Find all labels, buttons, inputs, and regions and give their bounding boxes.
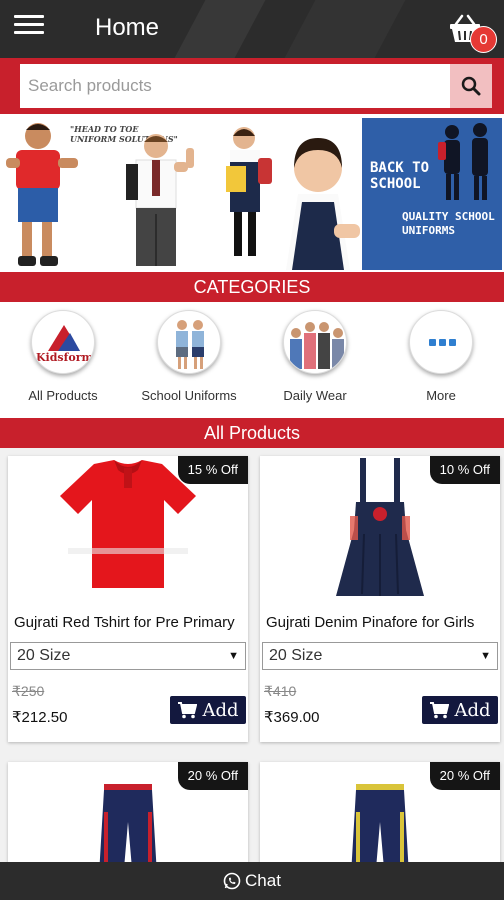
banner-kid-image: [6, 123, 78, 266]
cart-button[interactable]: 0: [448, 10, 500, 56]
page-title: Home: [95, 14, 160, 41]
original-price: ₹410: [264, 683, 297, 699]
sale-price: ₹369.00: [264, 709, 320, 726]
banner-kid-image: [226, 127, 272, 256]
promo-title: BACK TO SCHOOL: [370, 160, 430, 192]
discount-badge: 15 % Off: [177, 456, 248, 484]
size-dropdown[interactable]: 20 Size ▼: [262, 642, 498, 670]
size-dropdown[interactable]: 20 Size ▼: [10, 642, 246, 670]
category-school-uniforms[interactable]: School Uniforms: [126, 310, 252, 414]
cart-count-badge: 0: [470, 26, 497, 53]
promo-subtitle: QUALITY SCHOOL UNIFORMS: [402, 210, 495, 237]
chat-label: Chat: [245, 871, 281, 890]
dropdown-arrow-icon: ▼: [228, 650, 239, 662]
product-card[interactable]: 20 % Off: [8, 762, 248, 872]
product-card[interactable]: 20 % Off: [260, 762, 500, 872]
more-dots-icon: [409, 310, 473, 374]
add-label: Add: [202, 699, 239, 721]
back-to-school-panel: BACK TO SCHOOL QUALITY SCHOOL UNIFORMS: [362, 118, 502, 270]
discount-badge: 10 % Off: [429, 456, 500, 484]
kidsform-logo-icon: Kidsform: [31, 310, 95, 374]
discount-badge: 20 % Off: [177, 762, 248, 790]
hamburger-icon: [14, 15, 44, 18]
school-uniforms-image: [157, 310, 221, 374]
categories-row: Kidsform All Products School Uniforms Da…: [0, 302, 504, 418]
categories-heading: CATEGORIES: [0, 272, 504, 302]
add-to-cart-button[interactable]: Add: [170, 696, 246, 724]
product-card[interactable]: 10 % Off Gujrati Denim Pinafore for Girl…: [260, 456, 500, 742]
add-to-cart-button[interactable]: Add: [422, 696, 498, 724]
dropdown-arrow-icon: ▼: [480, 650, 491, 662]
product-name: Gujrati Denim Pinafore for Girls: [266, 614, 475, 631]
size-value: 20 Size: [17, 647, 71, 664]
chat-button[interactable]: Chat: [0, 862, 504, 900]
daily-wear-image: [283, 310, 347, 374]
product-name: Gujrati Red Tshirt for Pre Primary: [14, 614, 235, 631]
search-bar: [0, 58, 504, 114]
original-price: ₹250: [12, 683, 45, 699]
search-icon: [461, 76, 481, 96]
category-more[interactable]: More: [378, 310, 504, 414]
cart-icon: [178, 702, 198, 719]
discount-badge: 20 % Off: [429, 762, 500, 790]
top-app-bar: Home 0: [0, 0, 504, 58]
category-label: Daily Wear: [283, 388, 347, 403]
app: Home 0 "HEAD TO TOE UNIFORM SOLUTIONS": [0, 0, 504, 900]
category-label: All Products: [28, 388, 98, 403]
category-all-products[interactable]: Kidsform All Products: [0, 310, 126, 414]
banner-kid-image: [126, 134, 194, 266]
category-daily-wear[interactable]: Daily Wear: [252, 310, 378, 414]
whatsapp-icon: [223, 872, 241, 890]
cart-icon: [430, 702, 450, 719]
promo-banner[interactable]: "HEAD TO TOE UNIFORM SOLUTIONS" BACK TO …: [0, 114, 504, 272]
header-decoration: [174, 0, 266, 58]
add-label: Add: [454, 699, 491, 721]
size-value: 20 Size: [269, 647, 323, 664]
banner-kid-image: [286, 138, 360, 270]
search-input[interactable]: [20, 64, 450, 108]
product-card[interactable]: 15 % Off Gujrati Red Tshirt for Pre Prim…: [8, 456, 248, 742]
header-decoration: [284, 0, 406, 58]
category-label: More: [426, 388, 456, 403]
search-button[interactable]: [450, 64, 492, 108]
category-label: School Uniforms: [141, 388, 237, 403]
menu-button[interactable]: [14, 12, 44, 38]
all-products-heading: All Products: [0, 418, 504, 448]
sale-price: ₹212.50: [12, 709, 68, 726]
kidsform-logo-text: Kidsform: [36, 351, 94, 364]
